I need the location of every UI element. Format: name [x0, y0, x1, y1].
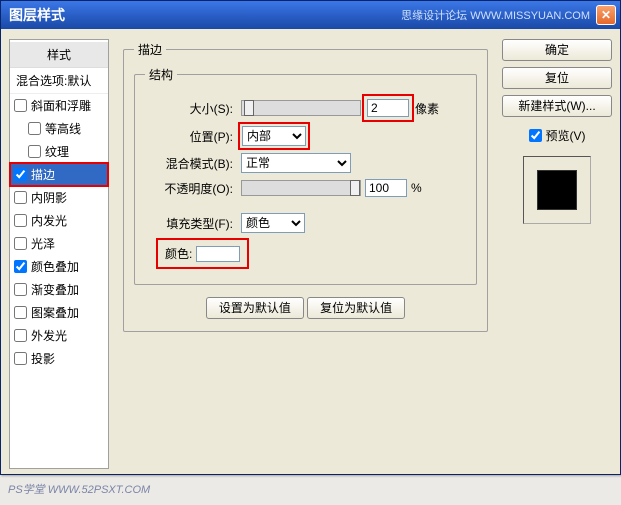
- blendmode-label: 混合模式(B):: [145, 155, 233, 172]
- action-buttons: 确定 复位 新建样式(W)... 预览(V): [502, 39, 612, 464]
- filltype-select[interactable]: 颜色: [241, 213, 305, 233]
- color-label: 颜色:: [165, 245, 192, 262]
- style-checkbox[interactable]: [14, 352, 27, 365]
- style-item[interactable]: 光泽: [10, 232, 108, 255]
- style-checkbox[interactable]: [14, 237, 27, 250]
- style-item[interactable]: 颜色叠加: [10, 255, 108, 278]
- ok-button[interactable]: 确定: [502, 39, 612, 61]
- opacity-slider[interactable]: [241, 180, 361, 196]
- opacity-label: 不透明度(O):: [145, 180, 233, 197]
- preview-checkbox[interactable]: [529, 129, 542, 142]
- style-checkbox[interactable]: [14, 283, 27, 296]
- styles-list: 样式 混合选项:默认 斜面和浮雕等高线纹理描边内阴影内发光光泽颜色叠加渐变叠加图…: [9, 39, 109, 469]
- color-swatch[interactable]: [196, 246, 240, 262]
- style-item[interactable]: 投影: [10, 347, 108, 370]
- style-checkbox[interactable]: [14, 214, 27, 227]
- stroke-fieldset: 描边 结构 大小(S): 像素 位置(P):: [123, 41, 488, 332]
- style-checkbox[interactable]: [14, 260, 27, 273]
- style-item[interactable]: 纹理: [10, 140, 108, 163]
- style-item[interactable]: 外发光: [10, 324, 108, 347]
- reset-default-button[interactable]: 复位为默认值: [307, 297, 405, 319]
- styles-header[interactable]: 样式: [10, 42, 108, 68]
- close-button[interactable]: ✕: [596, 5, 616, 25]
- style-label: 渐变叠加: [31, 281, 79, 298]
- style-checkbox[interactable]: [14, 329, 27, 342]
- style-checkbox[interactable]: [14, 306, 27, 319]
- structure-fieldset: 结构 大小(S): 像素 位置(P): 内部: [134, 66, 477, 285]
- style-item[interactable]: 等高线: [10, 117, 108, 140]
- style-label: 投影: [31, 350, 55, 367]
- blendmode-select[interactable]: 正常: [241, 153, 351, 173]
- style-item[interactable]: 内阴影: [10, 186, 108, 209]
- style-checkbox[interactable]: [28, 122, 41, 135]
- filltype-label: 填充类型(F):: [145, 215, 233, 232]
- style-checkbox[interactable]: [14, 191, 27, 204]
- size-unit: 像素: [415, 100, 439, 117]
- style-label: 内阴影: [31, 189, 67, 206]
- style-item[interactable]: 渐变叠加: [10, 278, 108, 301]
- style-label: 内发光: [31, 212, 67, 229]
- style-label: 图案叠加: [31, 304, 79, 321]
- style-checkbox[interactable]: [14, 168, 27, 181]
- stroke-panel: 描边 结构 大小(S): 像素 位置(P):: [117, 39, 494, 464]
- set-default-button[interactable]: 设置为默认值: [206, 297, 304, 319]
- blend-options-item[interactable]: 混合选项:默认: [10, 68, 108, 94]
- preview-label: 预览(V): [546, 127, 586, 144]
- close-icon: ✕: [601, 8, 611, 22]
- size-label: 大小(S):: [145, 100, 233, 117]
- style-label: 外发光: [31, 327, 67, 344]
- style-label: 等高线: [45, 120, 81, 137]
- stroke-legend: 描边: [134, 41, 166, 58]
- new-style-button[interactable]: 新建样式(W)...: [502, 95, 612, 117]
- position-select[interactable]: 内部: [242, 126, 306, 146]
- style-label: 斜面和浮雕: [31, 97, 91, 114]
- position-label: 位置(P):: [145, 128, 233, 145]
- size-slider[interactable]: [241, 100, 361, 116]
- cancel-button[interactable]: 复位: [502, 67, 612, 89]
- style-item[interactable]: 图案叠加: [10, 301, 108, 324]
- opacity-input[interactable]: [365, 179, 407, 197]
- style-label: 光泽: [31, 235, 55, 252]
- style-label: 纹理: [45, 143, 69, 160]
- style-label: 颜色叠加: [31, 258, 79, 275]
- size-input[interactable]: [367, 99, 409, 117]
- preview-swatch: [537, 170, 577, 210]
- layer-style-dialog: 图层样式 思缘设计论坛 WWW.MISSYUAN.COM ✕ 样式 混合选项:默…: [0, 0, 621, 475]
- dialog-title: 图层样式: [5, 5, 65, 25]
- style-item[interactable]: 内发光: [10, 209, 108, 232]
- style-checkbox[interactable]: [14, 99, 27, 112]
- style-checkbox[interactable]: [28, 145, 41, 158]
- preview-thumbnail: [523, 156, 591, 224]
- style-label: 描边: [31, 166, 55, 183]
- structure-legend: 结构: [145, 66, 177, 83]
- style-item[interactable]: 描边: [10, 163, 108, 186]
- style-item[interactable]: 斜面和浮雕: [10, 94, 108, 117]
- titlebar-meta: 思缘设计论坛 WWW.MISSYUAN.COM: [401, 7, 590, 23]
- titlebar: 图层样式 思缘设计论坛 WWW.MISSYUAN.COM ✕: [1, 1, 620, 29]
- opacity-unit: %: [411, 181, 422, 195]
- watermark: PS学堂 WWW.52PSXT.COM: [8, 481, 150, 497]
